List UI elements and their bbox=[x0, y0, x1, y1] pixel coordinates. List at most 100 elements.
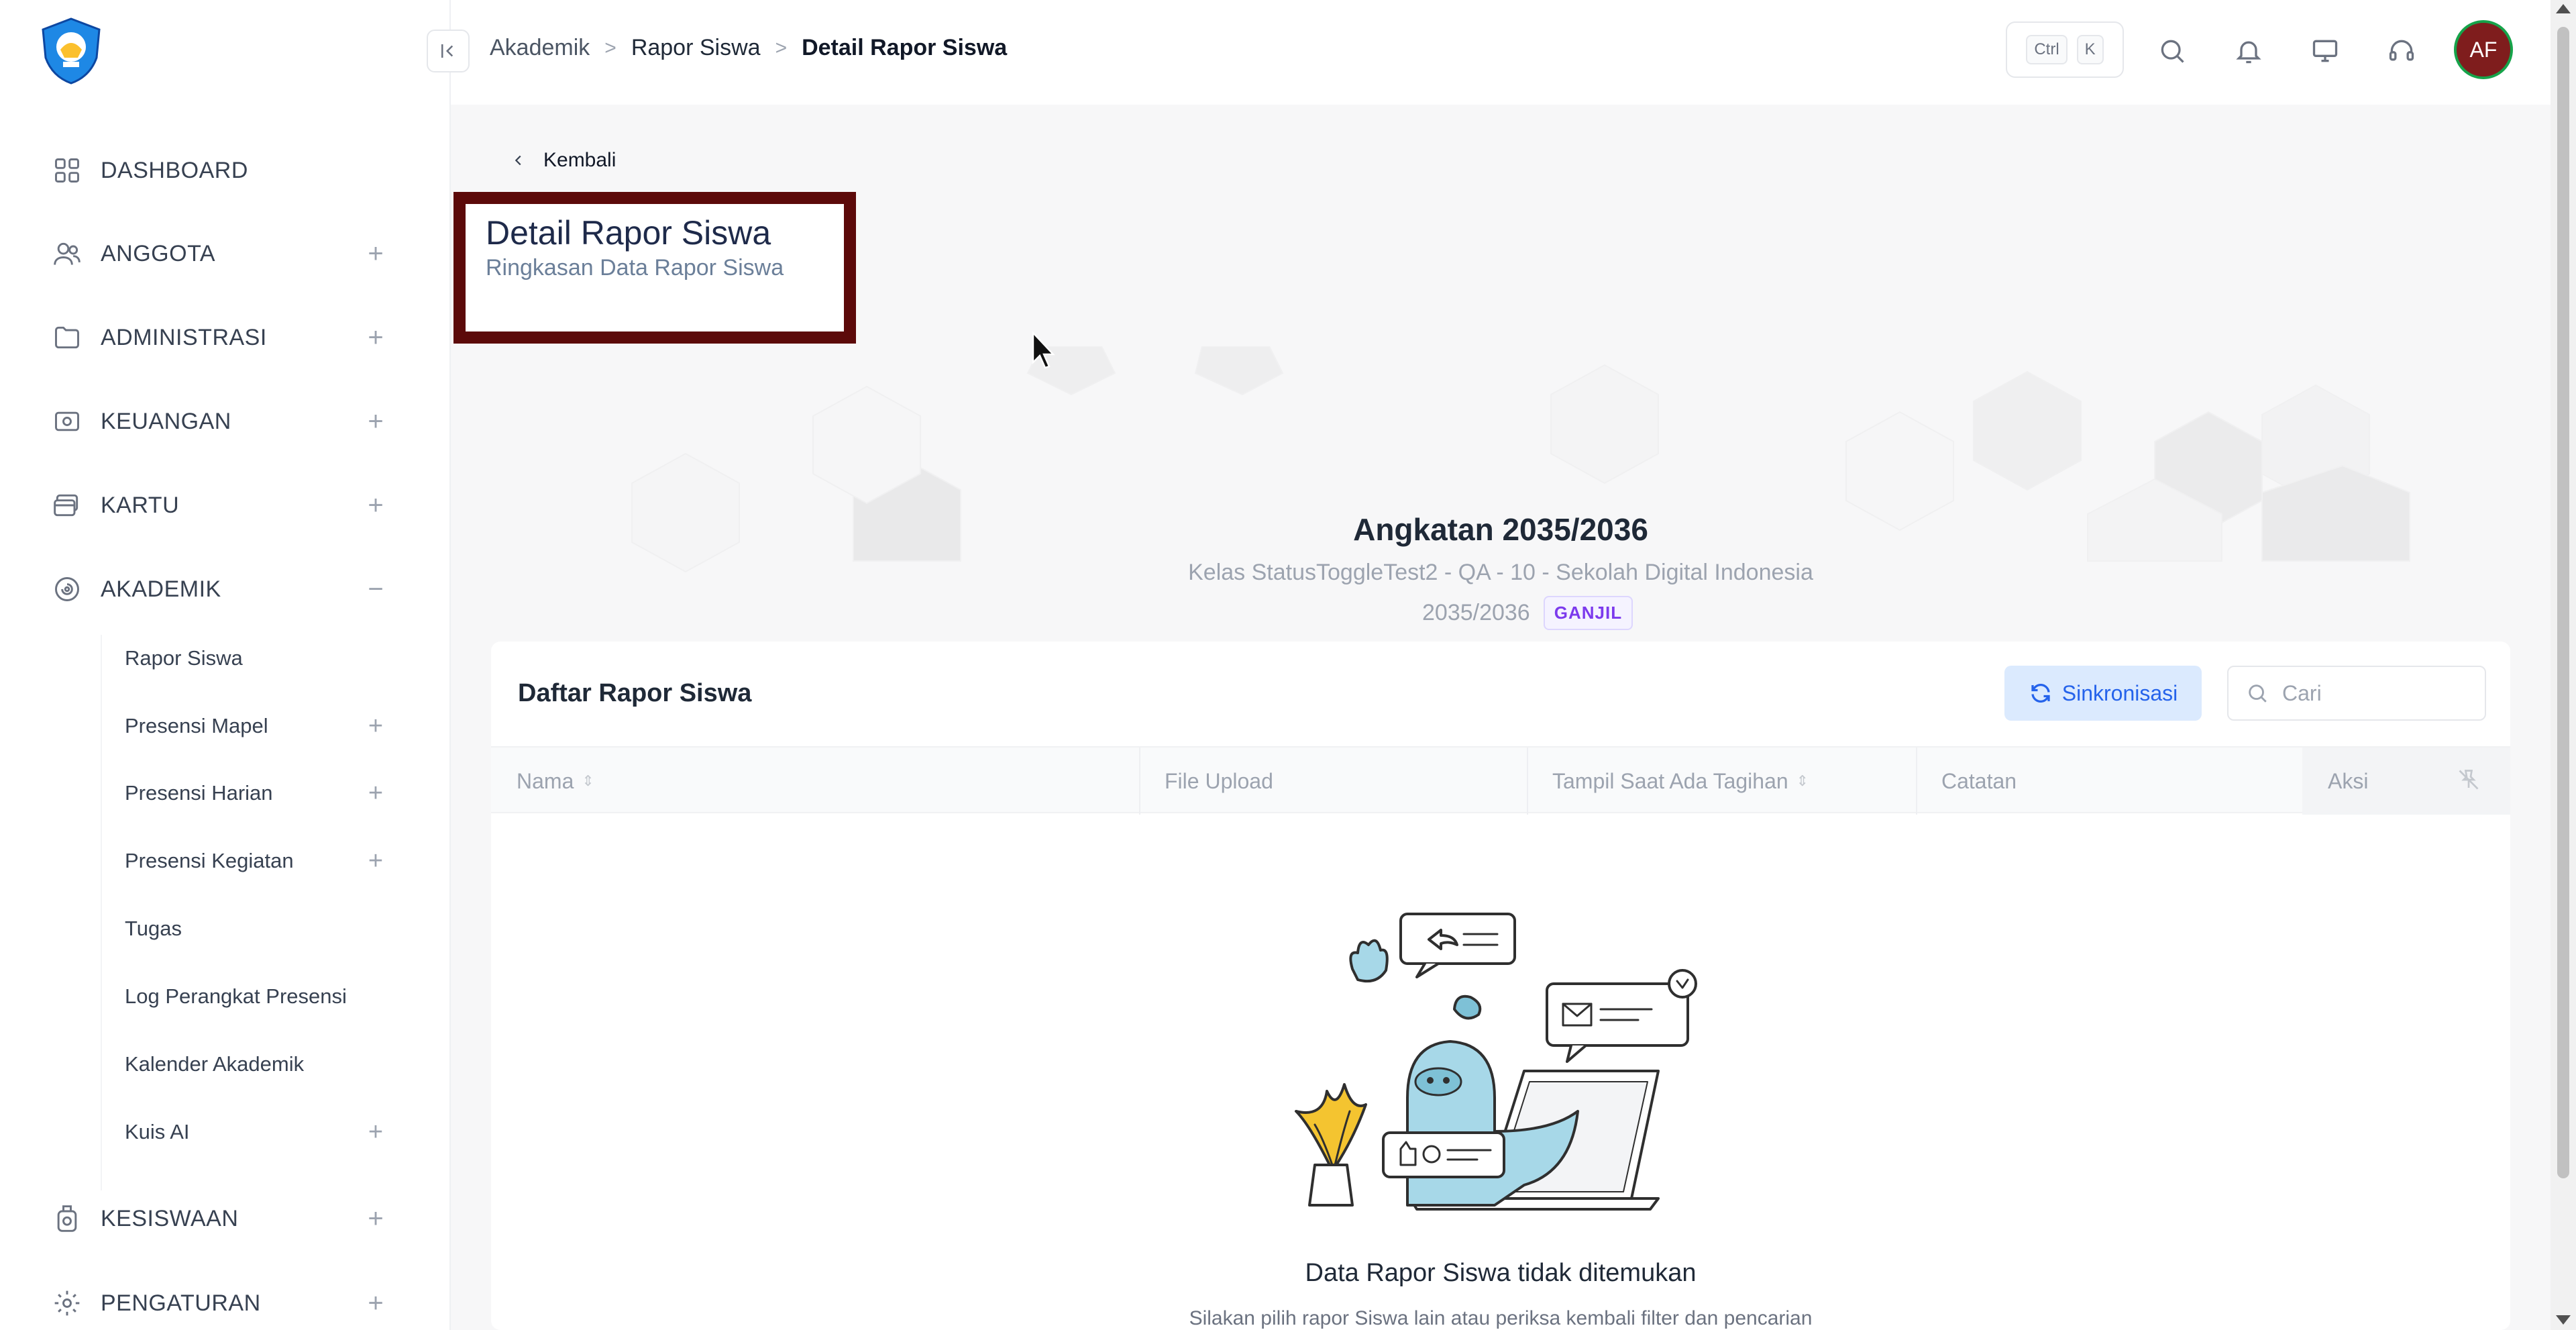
expand-icon[interactable]: + bbox=[362, 324, 389, 351]
monitor-icon[interactable] bbox=[2306, 32, 2344, 70]
search-icon[interactable] bbox=[2153, 32, 2191, 70]
expand-icon[interactable]: + bbox=[362, 1290, 389, 1317]
collapse-left-icon bbox=[441, 44, 453, 58]
empty-state-title: Data Rapor Siswa tidak ditemukan bbox=[1305, 1259, 1697, 1287]
breadcrumb-akademik[interactable]: Akademik bbox=[490, 35, 590, 61]
kbd-k: K bbox=[2076, 35, 2104, 64]
expand-icon[interactable]: + bbox=[362, 408, 389, 435]
collapse-sidebar-button[interactable] bbox=[427, 30, 470, 72]
report-list-card: Daftar Rapor Siswa Sinkronisasi Cari Nam… bbox=[491, 642, 2510, 1330]
avatar[interactable]: AF bbox=[2454, 20, 2513, 79]
sidebar-item-administrasi[interactable]: ADMINISTRASI + bbox=[0, 304, 449, 371]
page-scrollbar[interactable] bbox=[2551, 0, 2576, 1330]
expand-icon[interactable]: + bbox=[362, 713, 389, 739]
expand-icon[interactable]: + bbox=[362, 1119, 389, 1145]
breadcrumb-rapor-siswa[interactable]: Rapor Siswa bbox=[631, 35, 761, 61]
chevron-right-icon: > bbox=[604, 36, 616, 59]
sidebar-item-pengaturan[interactable]: PENGATURAN + bbox=[0, 1270, 449, 1330]
card-title: Daftar Rapor Siswa bbox=[518, 679, 752, 707]
page-subtitle: Ringkasan Data Rapor Siswa bbox=[486, 255, 784, 280]
empty-state-subtitle: Silakan pilih rapor Siswa lain atau peri… bbox=[1189, 1307, 1813, 1329]
semester-badge: GANJIL bbox=[1543, 596, 1633, 630]
card-icon bbox=[51, 489, 83, 521]
sidebar-subitem-log-perangkat-presensi[interactable]: Log Perangkat Presensi bbox=[0, 966, 449, 1027]
sort-icon[interactable]: ⇕ bbox=[1796, 772, 1809, 790]
breadcrumb: Akademik > Rapor Siswa > Detail Rapor Si… bbox=[490, 35, 1007, 61]
column-header-label: Tampil Saat Ada Tagihan bbox=[1552, 768, 1788, 793]
expand-icon[interactable]: + bbox=[362, 240, 389, 267]
page-title: Detail Rapor Siswa bbox=[486, 214, 771, 252]
scrollbar-thumb[interactable] bbox=[2557, 27, 2569, 1178]
scroll-up-arrow-icon[interactable] bbox=[2556, 4, 2571, 13]
sidebar-subitem-label: Presensi Mapel bbox=[125, 714, 268, 737]
sidebar-subitem-label: Kalender Akademik bbox=[125, 1052, 305, 1076]
academic-year-row: 2035/2036 GANJIL bbox=[1422, 596, 1633, 630]
sidebar-item-akademik[interactable]: AKADEMIK − bbox=[0, 556, 449, 623]
back-link[interactable]: Kembali bbox=[511, 149, 616, 172]
sidebar-item-anggota[interactable]: ANGGOTA + bbox=[0, 220, 449, 287]
bell-icon[interactable] bbox=[2230, 32, 2267, 70]
sidebar-subitem-label: Presensi Harian bbox=[125, 781, 273, 805]
expand-icon[interactable]: + bbox=[362, 780, 389, 807]
top-header: Akademik > Rapor Siswa > Detail Rapor Si… bbox=[427, 0, 2551, 105]
folder-icon bbox=[51, 321, 83, 354]
mouse-cursor-icon bbox=[1030, 330, 1057, 370]
back-label: Kembali bbox=[543, 149, 616, 171]
sidebar-item-label: DASHBOARD bbox=[101, 157, 248, 183]
chevron-right-icon: > bbox=[775, 36, 788, 59]
sidebar: DASHBOARD ANGGOTA + ADMINISTRASI + KEUAN… bbox=[0, 0, 451, 1330]
sidebar-subitem-kalender-akademik[interactable]: Kalender Akademik bbox=[0, 1034, 449, 1094]
sidebar-item-label: PENGATURAN bbox=[101, 1290, 261, 1316]
sidebar-subitem-label: Presensi Kegiatan bbox=[125, 849, 294, 872]
search-input[interactable]: Cari bbox=[2227, 666, 2486, 721]
scroll-down-arrow-icon[interactable] bbox=[2556, 1315, 2571, 1325]
sidebar-item-label: KESISWAAN bbox=[101, 1205, 239, 1231]
sidebar-item-label: ANGGOTA bbox=[101, 240, 215, 266]
column-header-label: File Upload bbox=[1165, 768, 1273, 793]
sidebar-item-kesiswaan[interactable]: KESISWAAN + bbox=[0, 1185, 449, 1252]
table-header: Nama ⇕ File Upload Tampil Saat Ada Tagih… bbox=[491, 746, 2510, 815]
sync-button[interactable]: Sinkronisasi bbox=[2004, 666, 2202, 721]
sidebar-item-label: AKADEMIK bbox=[101, 576, 221, 602]
money-icon bbox=[51, 405, 83, 438]
sidebar-item-label: KARTU bbox=[101, 492, 180, 518]
sidebar-subitem-tugas[interactable]: Tugas bbox=[0, 899, 449, 959]
school-logo[interactable] bbox=[36, 16, 106, 86]
sidebar-item-keuangan[interactable]: KEUANGAN + bbox=[0, 388, 449, 455]
search-placeholder: Cari bbox=[2282, 680, 2322, 705]
sidebar-item-dashboard[interactable]: DASHBOARD bbox=[0, 137, 449, 204]
sidebar-item-label: KEUANGAN bbox=[101, 408, 231, 434]
column-header-file-upload: File Upload bbox=[1139, 748, 1527, 815]
expand-icon[interactable]: + bbox=[362, 1205, 389, 1232]
collapse-icon[interactable]: − bbox=[362, 576, 389, 603]
sort-icon[interactable]: ⇕ bbox=[582, 772, 594, 790]
sidebar-subitem-label: Log Perangkat Presensi bbox=[125, 984, 347, 1008]
grid-icon bbox=[51, 154, 83, 187]
sync-label: Sinkronisasi bbox=[2061, 680, 2178, 705]
sidebar-subitem-presensi-mapel[interactable]: Presensi Mapel + bbox=[0, 696, 449, 756]
sidebar-subitem-rapor-siswa[interactable]: Rapor Siswa bbox=[0, 628, 449, 688]
student-icon bbox=[51, 1203, 83, 1235]
breadcrumb-current: Detail Rapor Siswa bbox=[802, 35, 1008, 60]
column-header-label: Nama bbox=[517, 768, 574, 793]
expand-icon[interactable]: + bbox=[362, 492, 389, 519]
column-header-label: Catatan bbox=[1941, 768, 2017, 793]
academic-year: 2035/2036 bbox=[1422, 600, 1530, 625]
class-description: Kelas StatusToggleTest2 - QA - 10 - Seko… bbox=[1188, 560, 1813, 585]
refresh-icon bbox=[2031, 684, 2050, 703]
users-icon bbox=[51, 238, 83, 270]
command-palette-shortcut[interactable]: Ctrl K bbox=[2006, 21, 2124, 78]
column-header-catatan: Catatan bbox=[1916, 748, 2302, 815]
chevron-left-icon bbox=[515, 155, 521, 166]
expand-icon[interactable]: + bbox=[362, 848, 389, 874]
sidebar-subitem-presensi-harian[interactable]: Presensi Harian + bbox=[0, 763, 449, 823]
sidebar-subitem-kuis-ai[interactable]: Kuis AI + bbox=[0, 1102, 449, 1162]
unpin-icon[interactable] bbox=[2457, 768, 2483, 795]
sidebar-subitem-label: Kuis AI bbox=[125, 1120, 190, 1143]
sidebar-subitem-presensi-kegiatan[interactable]: Presensi Kegiatan + bbox=[0, 831, 449, 891]
sidebar-item-kartu[interactable]: KARTU + bbox=[0, 472, 449, 539]
column-header-tampil[interactable]: Tampil Saat Ada Tagihan ⇕ bbox=[1527, 748, 1916, 815]
column-header-nama[interactable]: Nama ⇕ bbox=[491, 748, 1139, 815]
sidebar-subitem-label: Tugas bbox=[125, 917, 182, 940]
headset-icon[interactable] bbox=[2383, 32, 2420, 70]
